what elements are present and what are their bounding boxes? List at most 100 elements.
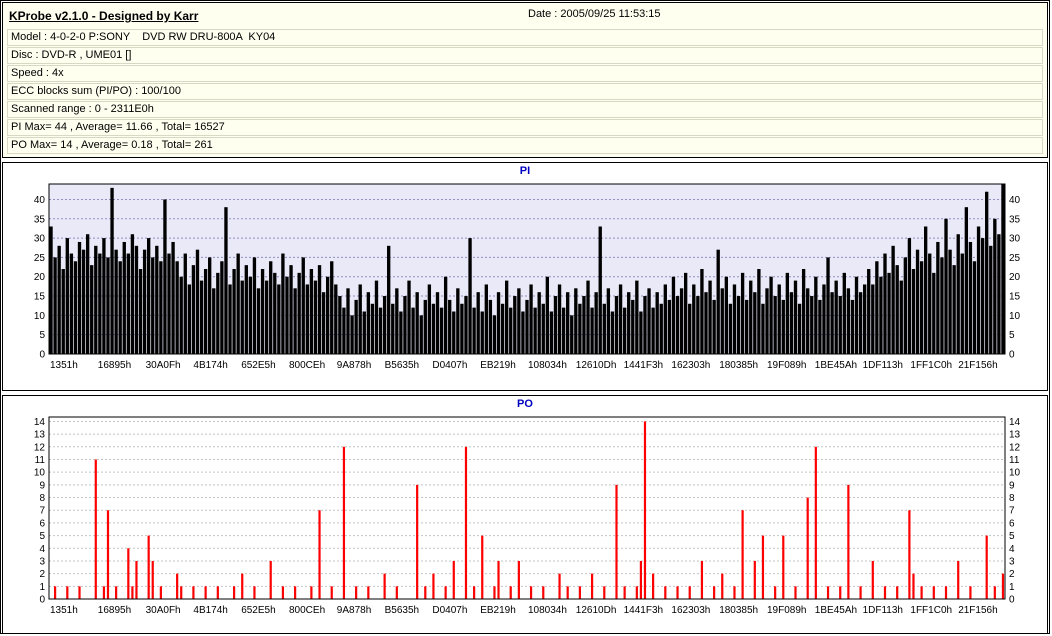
- svg-text:800CEh: 800CEh: [289, 360, 325, 371]
- svg-text:20: 20: [34, 272, 46, 283]
- svg-text:1: 1: [39, 582, 45, 593]
- svg-text:25: 25: [1009, 253, 1021, 264]
- svg-text:0: 0: [1009, 595, 1015, 606]
- svg-text:D0407h: D0407h: [432, 605, 467, 616]
- svg-text:0: 0: [1009, 350, 1015, 361]
- svg-text:4: 4: [1009, 544, 1015, 555]
- svg-text:180385h: 180385h: [719, 605, 758, 616]
- svg-text:1351h: 1351h: [50, 605, 78, 616]
- svg-text:14: 14: [34, 417, 46, 428]
- svg-text:108034h: 108034h: [528, 360, 567, 371]
- svg-text:3: 3: [1009, 556, 1015, 567]
- svg-text:40: 40: [34, 195, 46, 206]
- svg-text:21F156h: 21F156h: [958, 360, 997, 371]
- svg-text:2: 2: [39, 569, 45, 580]
- svg-text:1: 1: [1009, 582, 1015, 593]
- header-panel: KProbe v2.1.0 - Designed by Karr Date : …: [2, 2, 1048, 158]
- svg-text:35: 35: [1009, 214, 1021, 225]
- pi-chart-title: PI: [519, 165, 531, 177]
- svg-text:5: 5: [1009, 531, 1015, 542]
- svg-text:19F089h: 19F089h: [767, 605, 806, 616]
- svg-text:4B174h: 4B174h: [193, 360, 227, 371]
- svg-text:14: 14: [1009, 417, 1021, 428]
- svg-text:180385h: 180385h: [719, 360, 758, 371]
- svg-text:12: 12: [34, 442, 46, 453]
- info-row-model: Model : 4-0-2-0 P:SONY DVD RW DRU-800A K…: [7, 29, 1043, 46]
- svg-text:0: 0: [39, 595, 45, 606]
- svg-text:162303h: 162303h: [671, 605, 710, 616]
- svg-text:1FF1C0h: 1FF1C0h: [910, 360, 952, 371]
- svg-text:16895h: 16895h: [98, 360, 131, 371]
- po-chart-svg: 0 01 12 23 34 45 56 67 78 89 910 1011 1112 1213 1314 14…: [34, 416, 1021, 616]
- svg-text:1BE45Ah: 1BE45Ah: [815, 360, 857, 371]
- svg-text:11: 11: [35, 455, 46, 466]
- svg-text:3: 3: [39, 556, 45, 567]
- svg-text:EB219h: EB219h: [480, 360, 516, 371]
- svg-text:7: 7: [39, 506, 45, 517]
- info-rows: Model : 4-0-2-0 P:SONY DVD RW DRU-800A K…: [3, 27, 1047, 154]
- svg-text:25: 25: [34, 253, 46, 264]
- pi-chart-panel: PI 0 0 5 5 10 10 15 15 20 20 25 25 30 30 35 35 40 40 1351h…: [2, 162, 1048, 391]
- svg-text:13: 13: [34, 430, 46, 441]
- po-chart-panel: PO 0 0 1 1 2 2 3 3 4 4 5 5 6 6 7 7 8 8 9 9 10 10 11 11 12 12 13 13 1…: [2, 395, 1048, 633]
- svg-text:15: 15: [1009, 292, 1021, 303]
- svg-text:9: 9: [39, 480, 45, 491]
- info-row-pi-stats: PI Max= 44 , Average= 11.66 , Total= 165…: [7, 119, 1043, 136]
- svg-text:D0407h: D0407h: [432, 360, 467, 371]
- info-row-speed: Speed : 4x: [7, 65, 1043, 82]
- po-chart-title: PO: [517, 398, 533, 410]
- svg-text:13: 13: [1009, 430, 1021, 441]
- svg-text:5: 5: [1009, 330, 1015, 341]
- svg-text:12610Dh: 12610Dh: [576, 360, 617, 371]
- svg-text:7: 7: [1009, 506, 1015, 517]
- svg-text:8: 8: [1009, 493, 1015, 504]
- svg-text:10: 10: [1009, 468, 1021, 479]
- svg-text:1351h: 1351h: [50, 360, 78, 371]
- svg-text:40: 40: [1009, 195, 1021, 206]
- svg-text:30A0Fh: 30A0Fh: [146, 605, 181, 616]
- svg-text:30: 30: [1009, 234, 1021, 245]
- svg-text:10: 10: [1009, 311, 1021, 322]
- svg-text:4: 4: [39, 544, 45, 555]
- svg-text:800CEh: 800CEh: [289, 605, 325, 616]
- svg-text:B5635h: B5635h: [385, 360, 419, 371]
- svg-text:8: 8: [39, 493, 45, 504]
- svg-text:0: 0: [39, 350, 45, 361]
- svg-text:6: 6: [39, 518, 45, 529]
- svg-text:16895h: 16895h: [98, 605, 131, 616]
- svg-text:1FF1C0h: 1FF1C0h: [910, 605, 952, 616]
- header-titlebar: KProbe v2.1.0 - Designed by Karr Date : …: [3, 3, 1047, 27]
- svg-text:35: 35: [34, 214, 46, 225]
- svg-text:9: 9: [1009, 480, 1015, 491]
- svg-text:652E5h: 652E5h: [241, 605, 275, 616]
- svg-text:1441F3h: 1441F3h: [624, 605, 663, 616]
- svg-text:1DF113h: 1DF113h: [863, 360, 903, 371]
- svg-text:30A0Fh: 30A0Fh: [146, 360, 181, 371]
- svg-text:12: 12: [1009, 442, 1021, 453]
- svg-text:1DF113h: 1DF113h: [863, 605, 903, 616]
- report-date: Date : 2005/09/25 11:53:15: [528, 8, 661, 20]
- info-row-po-stats: PO Max= 14 , Average= 0.18 , Total= 261: [7, 137, 1043, 154]
- info-row-scanned-range: Scanned range : 0 - 2311E0h: [7, 101, 1043, 118]
- svg-text:12610Dh: 12610Dh: [576, 605, 617, 616]
- svg-text:162303h: 162303h: [671, 360, 710, 371]
- svg-text:2: 2: [1009, 569, 1015, 580]
- svg-text:B5635h: B5635h: [385, 605, 419, 616]
- svg-text:20: 20: [1009, 272, 1021, 283]
- svg-text:1441F3h: 1441F3h: [624, 360, 663, 371]
- svg-text:10: 10: [34, 468, 46, 479]
- svg-text:21F156h: 21F156h: [958, 605, 997, 616]
- svg-text:1BE45Ah: 1BE45Ah: [815, 605, 857, 616]
- svg-text:EB219h: EB219h: [480, 605, 516, 616]
- svg-text:10: 10: [34, 311, 46, 322]
- kprobe-report-page: KProbe v2.1.0 - Designed by Karr Date : …: [0, 0, 1050, 634]
- svg-text:6: 6: [1009, 518, 1015, 529]
- svg-text:15: 15: [34, 292, 46, 303]
- app-title: KProbe v2.1.0 - Designed by Karr: [9, 9, 199, 23]
- svg-text:5: 5: [39, 531, 45, 542]
- svg-text:5: 5: [39, 330, 45, 341]
- svg-text:9A878h: 9A878h: [337, 605, 371, 616]
- svg-text:108034h: 108034h: [528, 605, 567, 616]
- svg-text:652E5h: 652E5h: [241, 360, 275, 371]
- svg-text:9A878h: 9A878h: [337, 360, 371, 371]
